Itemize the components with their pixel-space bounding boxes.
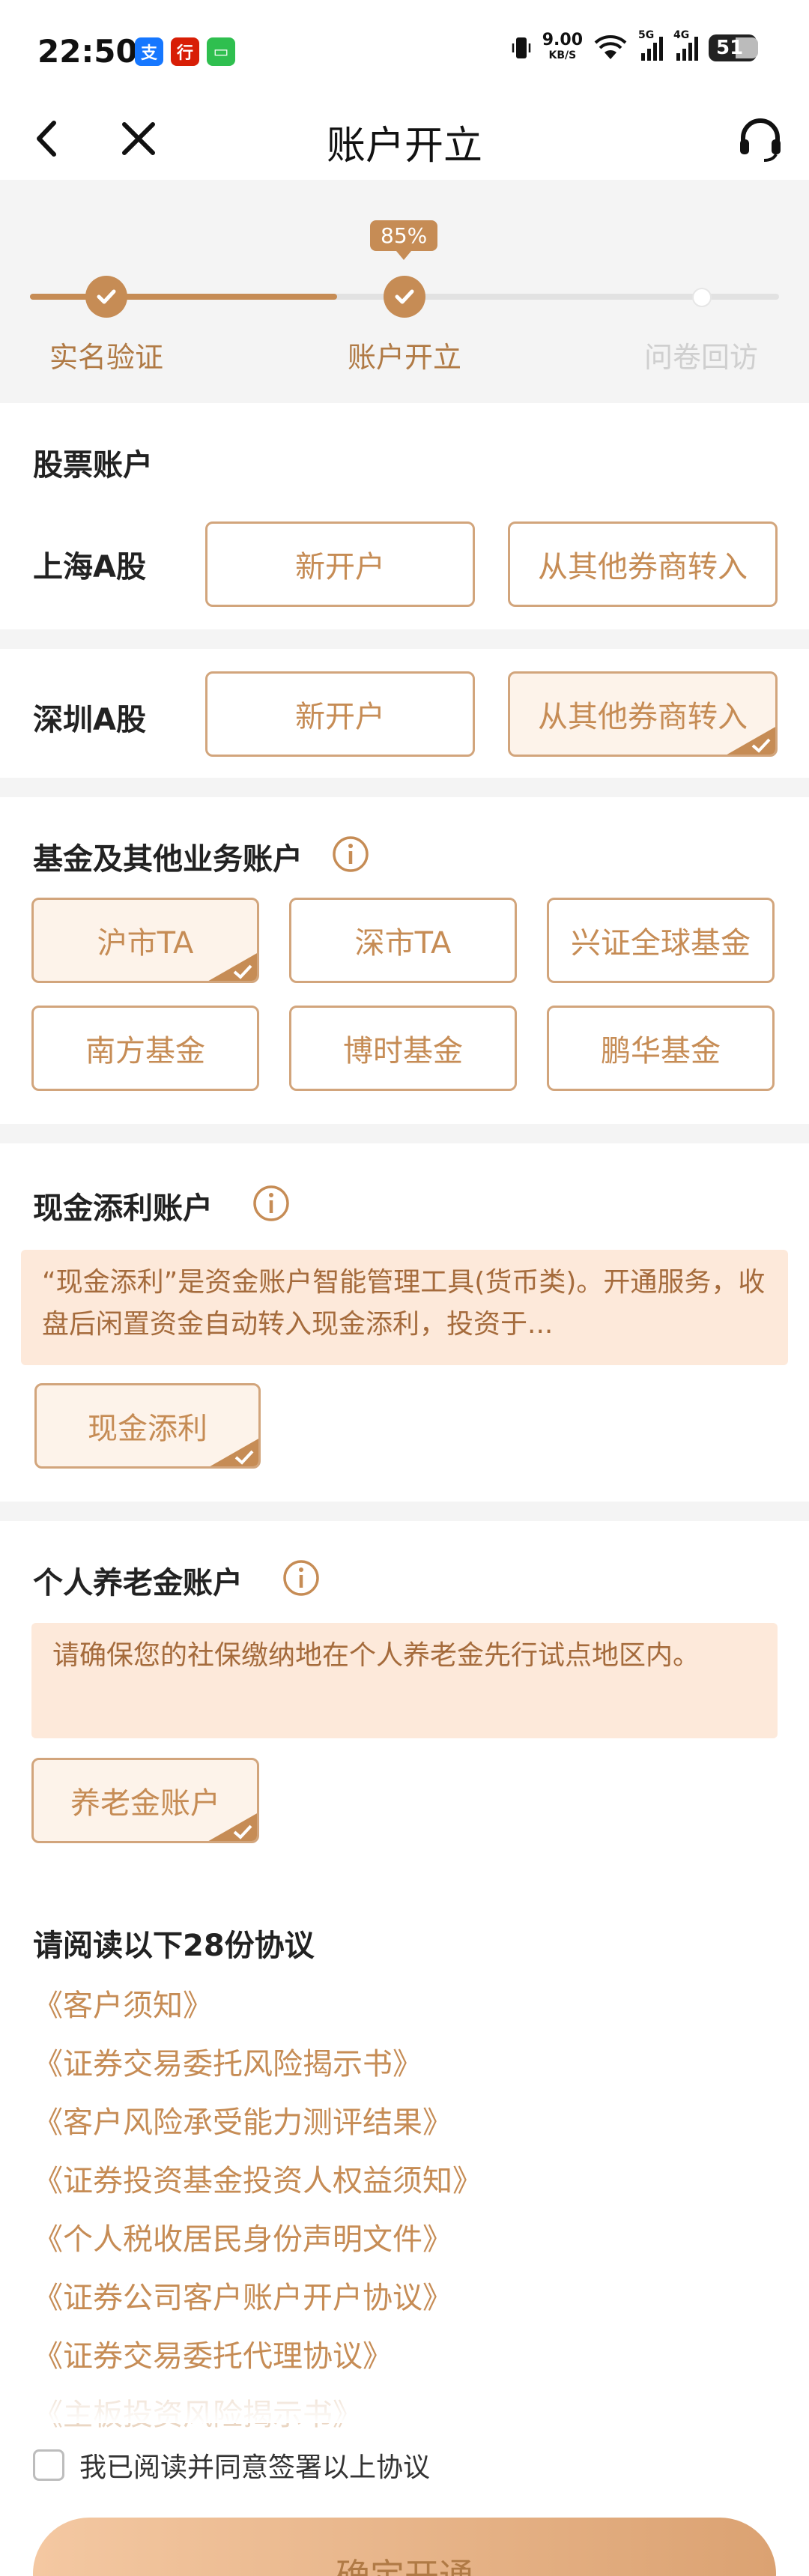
- notification-app-icons: 支 行 ▭: [135, 37, 235, 66]
- agreement-link[interactable]: 《客户风险承受能力测评结果》: [33, 2098, 452, 2141]
- page-title: 账户开立: [326, 124, 482, 169]
- signal-5g-icon: 5G: [638, 29, 663, 61]
- network-speed-unit: KB/S: [548, 49, 577, 61]
- pension-info-icon[interactable]: [282, 1558, 321, 1597]
- progress-fill: [30, 294, 337, 300]
- vibrate-icon: [512, 37, 530, 58]
- fund-option-label: 南方基金: [85, 1034, 205, 1068]
- fund-option-label: 深市TA: [354, 926, 452, 961]
- cash-option-label: 现金添利: [88, 1412, 207, 1446]
- fund-option-nanfang[interactable]: 南方基金: [31, 1006, 259, 1091]
- agreements-fade: [0, 2386, 809, 2423]
- signal-4g-label: 4G: [673, 29, 690, 41]
- pension-notice: 请确保您的社保缴纳地在个人养老金先行试点地区内。: [31, 1623, 778, 1738]
- signal-4g-icon: 4G: [673, 29, 698, 61]
- shenzhen-transfer-button[interactable]: 从其他券商转入: [508, 671, 778, 757]
- stock-account-title: 股票账户: [33, 448, 153, 483]
- cash-account-title: 现金添利账户: [33, 1191, 213, 1226]
- agreements-title: 请阅读以下28份协议: [33, 1929, 315, 1963]
- nav-bar: 账户开立: [0, 97, 809, 180]
- message-app-icon: ▭: [207, 37, 235, 66]
- wifi-icon: [594, 35, 627, 59]
- pension-option-label: 养老金账户: [70, 1786, 220, 1821]
- fund-option-label: 沪市TA: [97, 926, 194, 961]
- confirm-open-button[interactable]: 确定开通: [33, 2518, 776, 2576]
- step-label-verify: 实名验证: [49, 341, 163, 374]
- status-time: 22:50: [37, 33, 138, 70]
- alipay-icon: 支: [135, 37, 163, 66]
- fund-info-icon[interactable]: [331, 835, 370, 874]
- fund-account-title: 基金及其他业务账户: [33, 842, 303, 877]
- confirm-open-label: 确定开通: [336, 2556, 473, 2576]
- consent-label: 我已阅读并同意签署以上协议: [79, 2452, 431, 2483]
- stock-account-card: 股票账户 上海A股 新开户 从其他券商转入: [0, 403, 809, 629]
- shenzhen-a-label: 深圳A股: [33, 703, 146, 737]
- agreement-link[interactable]: 《证券公司客户账户开户协议》: [33, 2273, 452, 2317]
- cash-notice: “现金添利”是资金账户智能管理工具(货币类)。开通服务，收盘后闲置资金自动转入现…: [21, 1250, 788, 1365]
- status-right-group: 9.00 KB/S 5G 4G 51: [511, 29, 758, 63]
- status-bar: 22:50 支 行 ▭ 9.00 KB/S 5G 4G 51: [0, 0, 809, 97]
- selected-check-icon: [210, 1439, 258, 1466]
- pension-option-button[interactable]: 养老金账户: [31, 1758, 259, 1843]
- consent-checkbox[interactable]: [33, 2449, 64, 2481]
- selected-check-icon: [208, 1813, 257, 1841]
- step-done-check-icon: [85, 276, 127, 318]
- fund-option-sz-ta[interactable]: 深市TA: [289, 898, 517, 983]
- step-label-survey: 问卷回访: [643, 341, 758, 374]
- agreement-link[interactable]: 《证券投资基金投资人权益须知》: [33, 2156, 482, 2200]
- bank-app-icon: 行: [171, 37, 199, 66]
- agreement-link[interactable]: 《证券交易委托代理协议》: [33, 2332, 393, 2375]
- fund-option-label: 博时基金: [343, 1034, 463, 1068]
- fund-option-label: 鹏华基金: [601, 1034, 721, 1068]
- shenzhen-account-card: 深圳A股 新开户 从其他券商转入: [0, 649, 809, 778]
- fund-option-boshi[interactable]: 博时基金: [289, 1006, 517, 1091]
- network-speed-value: 9.00: [542, 31, 583, 49]
- pension-account-card: 个人养老金账户 请确保您的社保缴纳地在个人养老金先行试点地区内。 养老金账户: [0, 1521, 809, 1876]
- selected-check-icon: [727, 727, 775, 755]
- agreement-link[interactable]: 《证券交易委托风险揭示书》: [33, 2040, 422, 2083]
- shanghai-transfer-label: 从其他券商转入: [538, 550, 748, 584]
- cash-option-button[interactable]: 现金添利: [34, 1383, 261, 1469]
- progress-percent-badge: 85%: [370, 220, 438, 260]
- step-label-open-account: 账户开立: [347, 341, 461, 374]
- battery-level: 51: [716, 37, 744, 59]
- consent-row[interactable]: 我已阅读并同意签署以上协议: [33, 2446, 430, 2485]
- customer-service-headset-icon[interactable]: [734, 112, 787, 165]
- step-current-check-icon: [384, 276, 425, 318]
- shanghai-a-label: 上海A股: [33, 550, 146, 584]
- signal-5g-label: 5G: [638, 29, 655, 41]
- fund-option-label: 兴证全球基金: [571, 926, 751, 961]
- pension-account-title: 个人养老金账户: [33, 1566, 243, 1600]
- cash-info-icon[interactable]: [252, 1184, 291, 1223]
- step-pending-dot: [692, 288, 712, 307]
- shanghai-new-account-button[interactable]: 新开户: [205, 521, 475, 607]
- fund-account-card: 基金及其他业务账户 沪市TA 深市TA 兴证全球基金 南方基金 博时基金 鹏华基…: [0, 797, 809, 1124]
- battery-icon: 51: [709, 34, 758, 61]
- agreement-link[interactable]: 《个人税收居民身份声明文件》: [33, 2215, 452, 2258]
- fund-option-sh-ta[interactable]: 沪市TA: [31, 898, 259, 983]
- network-speed: 9.00 KB/S: [542, 31, 583, 63]
- account-opening-screen: 22:50 支 行 ▭ 9.00 KB/S 5G 4G 51 账户开立 85% …: [0, 0, 809, 2576]
- selected-check-icon: [208, 953, 257, 981]
- fund-option-penghua[interactable]: 鹏华基金: [547, 1006, 775, 1091]
- cash-account-card: 现金添利账户 “现金添利”是资金账户智能管理工具(货币类)。开通服务，收盘后闲置…: [0, 1143, 809, 1502]
- progress-steps: 85% 实名验证 账户开立 问卷回访: [0, 180, 809, 403]
- agreement-link[interactable]: 《客户须知》: [33, 1981, 213, 2025]
- shanghai-new-account-label: 新开户: [295, 550, 385, 584]
- shanghai-transfer-button[interactable]: 从其他券商转入: [508, 521, 778, 607]
- shenzhen-new-account-button[interactable]: 新开户: [205, 671, 475, 757]
- shenzhen-transfer-label: 从其他券商转入: [538, 700, 748, 734]
- shenzhen-new-account-label: 新开户: [295, 700, 385, 734]
- fund-option-xingzheng[interactable]: 兴证全球基金: [547, 898, 775, 983]
